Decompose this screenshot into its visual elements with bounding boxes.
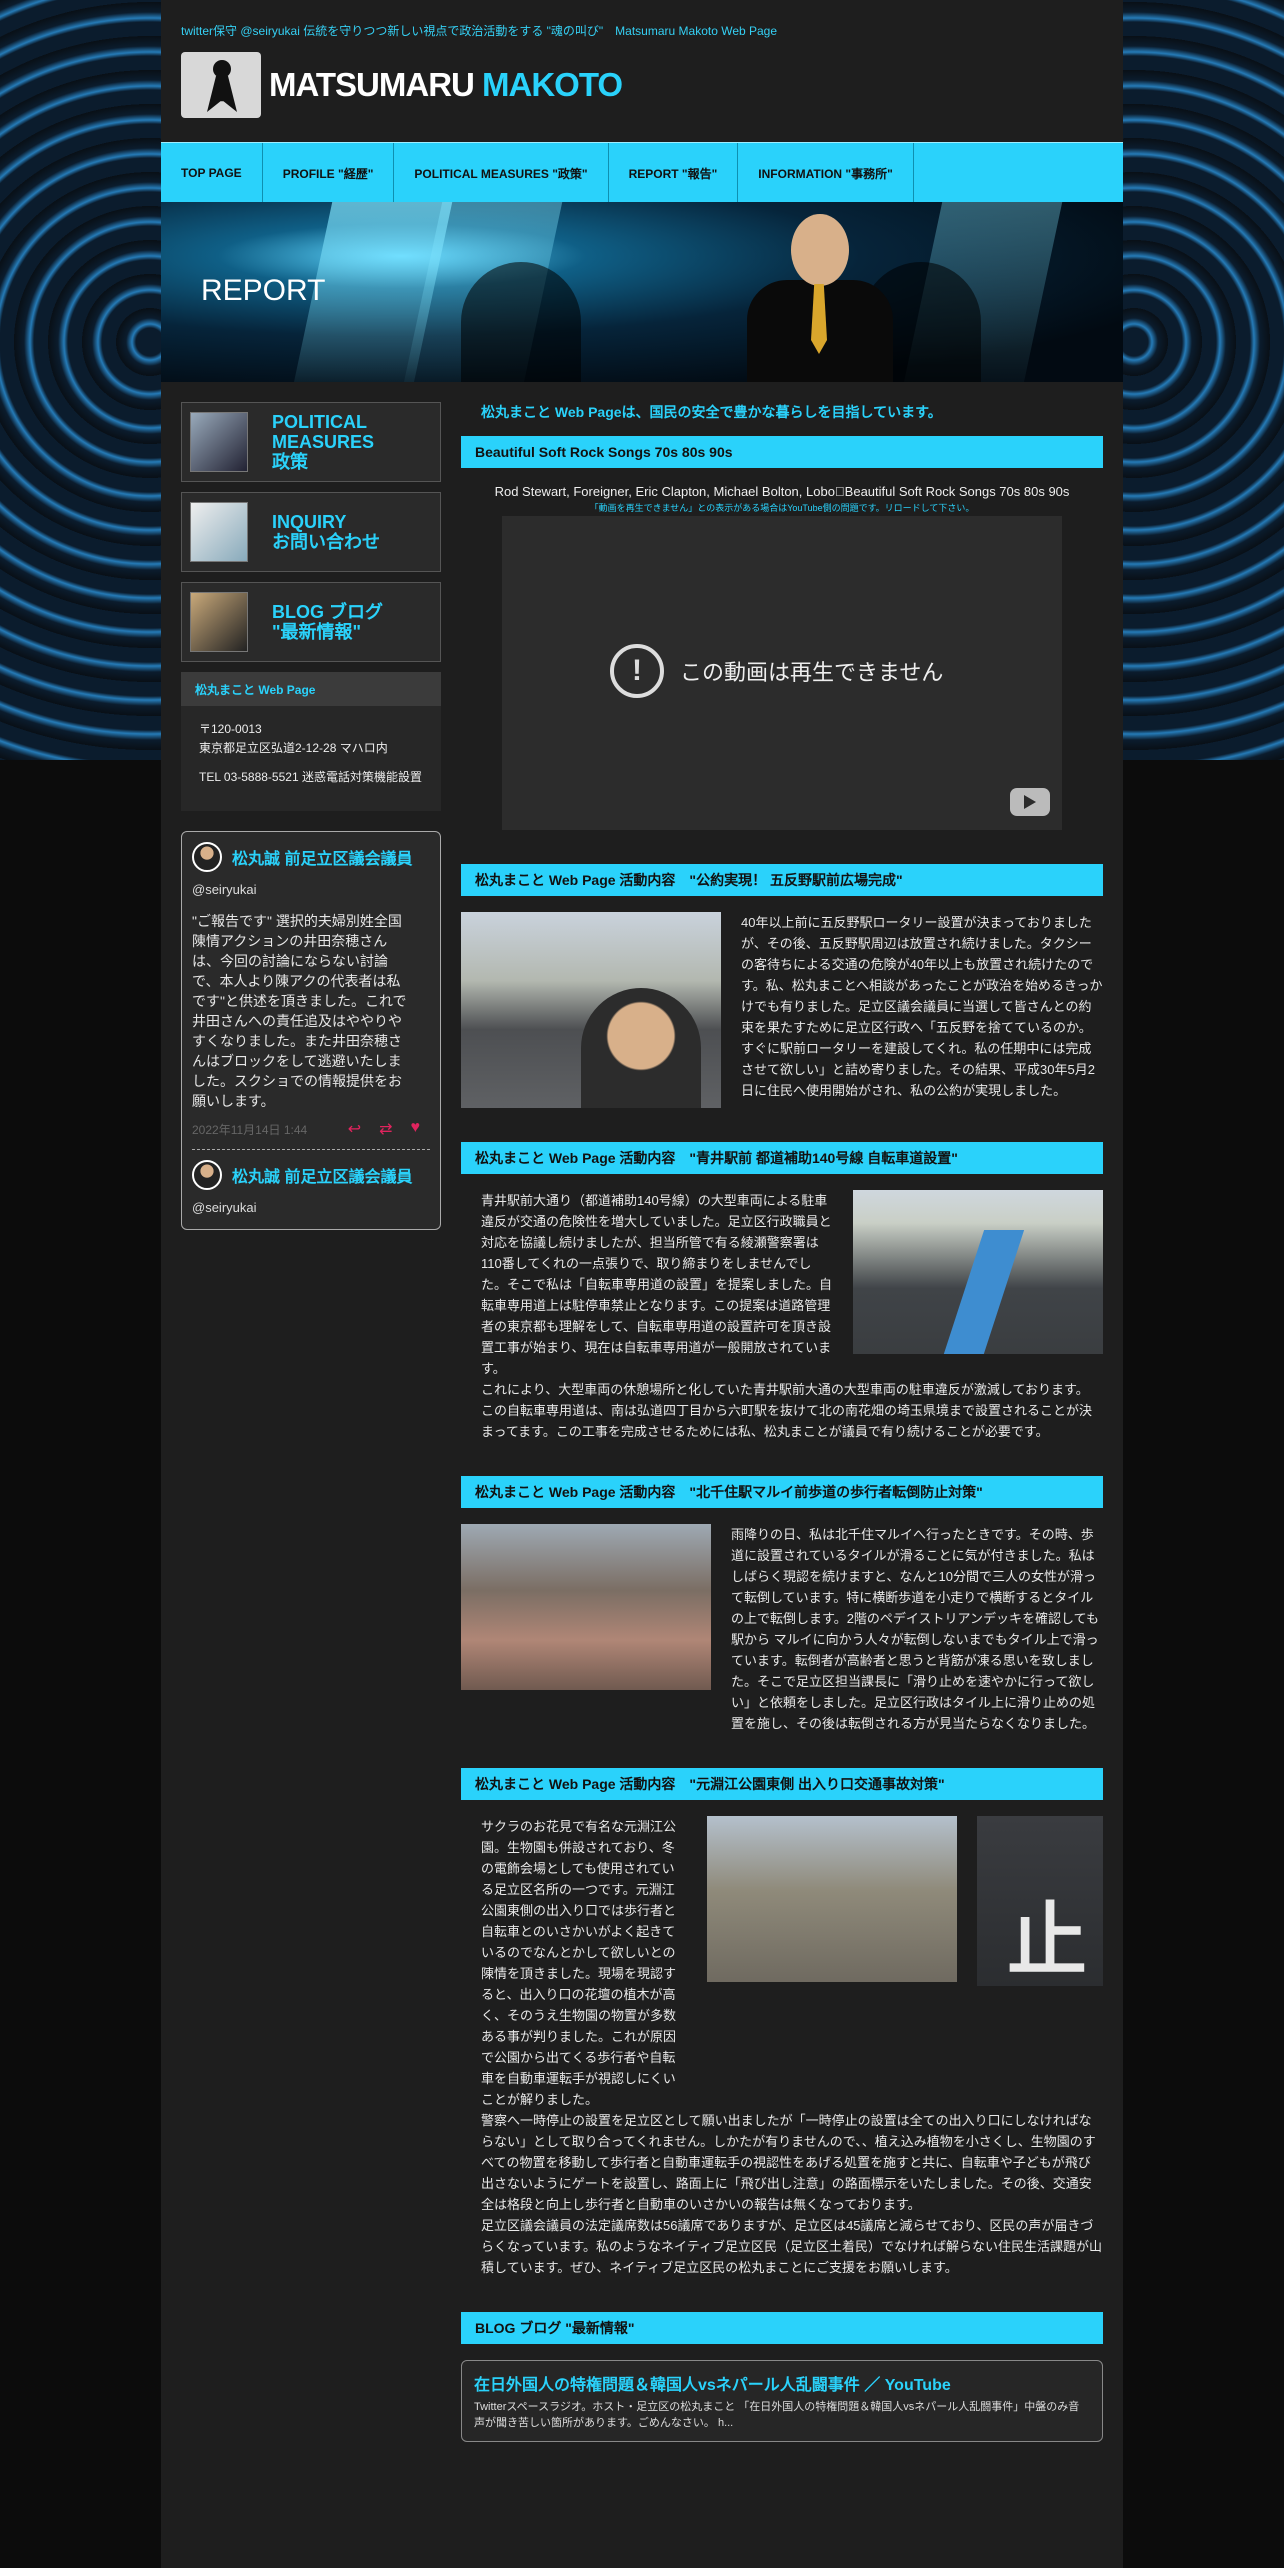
nav-profile[interactable]: PROFILE "経歴"	[263, 143, 395, 203]
banner-line: INQUIRY	[272, 512, 347, 532]
address: 東京都足立区弘道2-12-28 マハロ内	[199, 741, 388, 755]
tweet-author[interactable]: 松丸誠 前足立区議会議員	[192, 842, 430, 872]
alert-icon: !	[610, 644, 664, 698]
tweet-handle[interactable]: @seiryukai	[192, 1200, 430, 1215]
tweet-author-name: 松丸誠 前足立区議会議員	[232, 851, 413, 868]
report-section: 松丸まこと Web Page 活動内容 "元淵江公園東側 出入り口交通事故対策"…	[461, 1768, 1103, 2278]
youtube-icon[interactable]	[1010, 788, 1050, 816]
tweet-author-name: 松丸誠 前足立区議会議員	[232, 1169, 413, 1186]
tablet-icon	[190, 502, 248, 562]
banner-line: MEASURES	[272, 432, 375, 452]
report-photo	[977, 1816, 1103, 1986]
logo-first: MATSUMARU	[269, 66, 475, 103]
blog-excerpt: Twitterスペースラジオ。ホスト・足立区の松丸まこと 「在日外国人の特権問題…	[474, 2401, 1080, 2429]
nav-top-page[interactable]: TOP PAGE	[161, 143, 263, 203]
pen-icon	[190, 592, 248, 652]
tweet-handle[interactable]: @seiryukai	[192, 882, 430, 897]
report-section: 松丸まこと Web Page 活動内容 "北千住駅マルイ前歩道の歩行者転倒防止対…	[461, 1476, 1103, 1734]
section-heading: 松丸まこと Web Page 活動内容 "北千住駅マルイ前歩道の歩行者転倒防止対…	[461, 1476, 1103, 1508]
main-nav: TOP PAGE PROFILE "経歴" POLITICAL MEASURES…	[161, 142, 1123, 203]
intro-text: 松丸まこと Web Pageは、国民の安全で豊かな暮らしを目指しています。	[481, 404, 942, 420]
page-title: REPORT	[201, 274, 326, 307]
report-text: 雨降りの日、私は北千住マルイへ行ったときです。その時、歩道に設置されているタイル…	[731, 1527, 1099, 1731]
video-caption: Rod Stewart, Foreigner, Eric Clapton, Mi…	[494, 484, 1070, 499]
telephone: TEL 03-5888-5521 迷惑電話対策機能設置	[199, 770, 422, 784]
section-heading: 松丸まこと Web Page 活動内容 "青井駅前 都道補助140号線 自転車道…	[461, 1142, 1103, 1174]
site-logo[interactable]: MATSUMARU MAKOTO	[181, 52, 623, 118]
retweet-icon[interactable]: ⇄	[379, 1119, 392, 1139]
banner-political-measures[interactable]: POLITICAL MEASURES 政策	[181, 402, 441, 482]
banner-inquiry[interactable]: INQUIRY お問い合わせ	[181, 492, 441, 572]
blog-card[interactable]: 在日外国人の特権問題＆韓国人vsネパール人乱闘事件 ／ YouTube Twit…	[461, 2360, 1103, 2442]
samurai-icon	[181, 52, 261, 118]
contact-info: 〒120-0013 東京都足立区弘道2-12-28 マハロ内 TEL 03-58…	[181, 706, 441, 811]
report-text: この自転車専用道は、南は弘道四丁目から六町駅を抜けて北の南花畑の埼玉県境まで設置…	[481, 1403, 1093, 1439]
sidebar: POLITICAL MEASURES 政策 INQUIRY お問い合わせ BLO…	[181, 402, 441, 1230]
blog-section: BLOG ブログ "最新情報" 在日外国人の特権問題＆韓国人vsネパール人乱闘事…	[461, 2312, 1103, 2442]
logo-second: MAKOTO	[482, 66, 623, 103]
info-heading: 松丸まこと Web Page	[181, 672, 441, 706]
nav-information[interactable]: INFORMATION "事務所"	[738, 143, 914, 203]
tweet-author[interactable]: 松丸誠 前足立区議会議員	[192, 1160, 430, 1190]
postal-code: 〒120-0013	[199, 722, 262, 736]
tweet-text: "ご報告です" 選択的夫婦別姓全国陳情アクションの井田奈穂さんは、今回の討論にな…	[192, 913, 407, 1109]
report-photo	[853, 1190, 1103, 1354]
nav-political-measures[interactable]: POLITICAL MEASURES "政策"	[394, 143, 609, 203]
banner-line: POLITICAL	[272, 412, 367, 432]
video-player[interactable]: ! この動画は再生できません	[502, 516, 1062, 830]
hero-person-image	[741, 202, 901, 382]
avatar	[192, 1160, 222, 1190]
page: twitter保守 @seiryukai 伝統を守りつつ新しい視点で政治活動をす…	[161, 0, 1123, 2568]
report-text: 警察へ一時停止の設置を足立区として願い出ましたが「一時停止の設置は全ての出入り口…	[481, 2113, 1096, 2212]
tweet-date[interactable]: 2022年11月14日 1:44	[192, 1121, 307, 1138]
hero-banner: REPORT	[161, 202, 1123, 382]
report-text: 足立区議会議員の法定議席数は56議席でありますが、足立区は45議席と減らせており…	[481, 2218, 1103, 2275]
report-text: これにより、大型車両の休憩場所と化していた青井駅前大通の大型車両の駐車違反が激減…	[481, 1382, 1089, 1397]
report-text: 青井駅前大通り（都道補助140号線）の大型車両による駐車違反が交通の危険性を増大…	[481, 1193, 833, 1376]
banner-line: "最新情報"	[272, 622, 362, 642]
blog-title[interactable]: 在日外国人の特権問題＆韓国人vsネパール人乱闘事件 ／ YouTube	[474, 2371, 1090, 2395]
section-heading: 松丸まこと Web Page 活動内容 "元淵江公園東側 出入り口交通事故対策"	[461, 1768, 1103, 1800]
report-photo	[461, 1524, 711, 1690]
report-section: 松丸まこと Web Page 活動内容 "青井駅前 都道補助140号線 自転車道…	[461, 1142, 1103, 1442]
report-text: 40年以上前に五反野駅ロータリー設置が決まっておりましたが、その後、五反野駅周辺…	[741, 915, 1103, 1098]
banner-line: お問い合わせ	[272, 532, 380, 552]
banner-line: BLOG ブログ	[272, 602, 383, 622]
heart-icon[interactable]: ♥	[411, 1119, 421, 1139]
video-note: 「動画を再生できません」との表示がある場合はYouTube側の問題です。リロード…	[589, 503, 975, 513]
video-error-message: この動画は再生できません	[680, 660, 944, 685]
section-heading: BLOG ブログ "最新情報"	[461, 2312, 1103, 2344]
video-section: Beautiful Soft Rock Songs 70s 80s 90s Ro…	[461, 436, 1103, 830]
twitter-timeline: 松丸誠 前足立区議会議員 @seiryukai "ご報告です" 選択的夫婦別姓全…	[181, 831, 441, 1230]
reply-icon[interactable]: ↩	[348, 1119, 361, 1139]
tagline: twitter保守 @seiryukai 伝統を守りつつ新しい視点で政治活動をす…	[181, 24, 778, 38]
avatar	[192, 842, 222, 872]
banner-blog[interactable]: BLOG ブログ "最新情報"	[181, 582, 441, 662]
report-section: 松丸まこと Web Page 活動内容 "公約実現！ 五反野駅前広場完成" 40…	[461, 864, 1103, 1108]
report-photo	[461, 912, 721, 1108]
logo-text: MATSUMARU MAKOTO	[269, 66, 623, 104]
section-heading: 松丸まこと Web Page 活動内容 "公約実現！ 五反野駅前広場完成"	[461, 864, 1103, 896]
report-text: サクラのお花見で有名な元淵江公園。生物園も併設されており、冬の電飾会場としても使…	[481, 1819, 677, 2107]
main-content: 松丸まこと Web Pageは、国民の安全で豊かな暮らしを目指しています。 Be…	[461, 402, 1103, 2476]
banner-line: 政策	[272, 452, 308, 472]
clock-icon	[190, 412, 248, 472]
report-photo	[707, 1816, 957, 1982]
nav-report[interactable]: REPORT "報告"	[609, 143, 739, 203]
section-heading: Beautiful Soft Rock Songs 70s 80s 90s	[461, 436, 1103, 468]
